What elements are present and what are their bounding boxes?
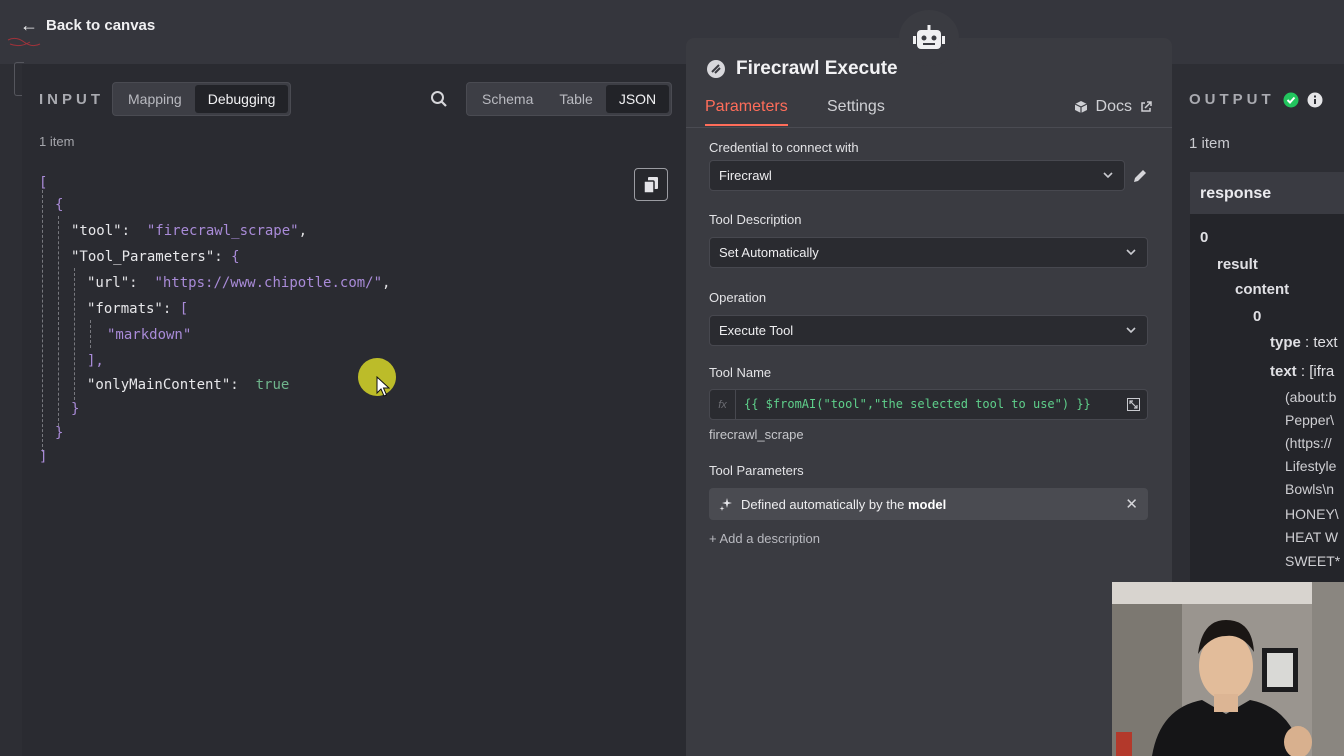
tab-parameters[interactable]: Parameters [705,98,788,126]
output-text-line: SWEET* [1285,553,1341,569]
json-row-formats: "formats": [ [87,301,189,317]
tool-name-result: firecrawl_scrape [709,427,804,442]
tool-description-select[interactable]: Set Automatically [709,237,1148,268]
fx-icon: fx [710,390,736,419]
ai-agent-node-badge[interactable] [899,10,959,66]
output-text-line: HEAT W [1285,529,1339,545]
copy-button[interactable] [634,168,668,201]
arrow-left-icon: ← [20,15,38,35]
input-items-count: 1 item [39,134,75,149]
info-icon[interactable] [1307,92,1323,108]
json-row-tool: "tool": "firecrawl_scrape", [71,223,308,239]
mapping-debugging-toggle: Mapping Debugging [112,82,292,116]
view-mode-toggle: Schema Table JSON [466,82,673,116]
output-row-type: type : text [1270,334,1338,351]
back-to-canvas-button[interactable]: ← Back to canvas [20,15,155,36]
json-close-formats: ], [87,353,104,369]
node-title: Firecrawl Execute [706,58,898,80]
operation-select[interactable]: Execute Tool [709,315,1148,346]
tool-parameters-label: Tool Parameters [709,463,804,478]
success-check-icon [1283,92,1299,107]
output-index: 0 [1253,308,1262,325]
mouse-pointer-icon [376,376,390,397]
indent-guide [42,190,43,452]
chevron-down-icon [1126,249,1136,256]
output-column-header: response [1190,172,1344,214]
sparkles-icon [719,498,732,511]
output-text-line: Lifestyle [1285,458,1337,474]
tab-debugging[interactable]: Debugging [194,85,289,113]
input-panel: INPUT Mapping Debugging Schema Table JSO… [22,64,686,756]
node-tabs: Parameters Settings Docs [686,94,1172,128]
output-text-line: (https:// [1285,435,1332,451]
tab-schema[interactable]: Schema [469,85,546,113]
json-close-array: ] [39,449,48,465]
external-link-icon [1141,101,1152,112]
json-row-url: "url": "https://www.chipotle.com/", [87,275,391,291]
output-key-content: content [1235,281,1290,298]
tool-name-label: Tool Name [709,365,772,380]
json-row-params: "Tool_Parameters": { [71,249,240,265]
output-items-count: 1 item [1189,135,1230,152]
credential-value: Firecrawl [719,168,772,183]
search-icon[interactable] [430,90,448,108]
package-icon [1074,101,1087,113]
json-close-inner: } [71,401,80,417]
output-text-line: Bowls\n [1285,481,1335,497]
indent-guide [90,320,91,348]
docs-label: Docs [1095,98,1132,115]
docs-link[interactable]: Docs [1074,98,1152,116]
tab-mapping[interactable]: Mapping [115,85,195,113]
presenter-video-image [1112,582,1344,756]
indent-guide [74,268,75,400]
tab-table[interactable]: Table [546,85,605,113]
json-brace: { [55,197,64,213]
indent-guide [58,216,59,426]
output-label: OUTPUT [1189,91,1323,108]
node-parameters-panel: Firecrawl Execute Parameters Settings Do… [686,38,1172,756]
output-text-line: Pepper\ [1285,412,1335,428]
node-title-text: Firecrawl Execute [736,58,898,79]
operation-value: Execute Tool [719,323,794,338]
output-text-line: (about:b [1285,389,1337,405]
robot-icon [913,25,945,49]
json-row-onlymain: "onlyMainContent": true [87,377,290,393]
credential-label: Credential to connect with [709,140,859,155]
close-icon[interactable]: ✕ [1125,495,1138,513]
tab-settings[interactable]: Settings [827,98,885,116]
json-close-obj: } [55,425,64,441]
tool-name-expression: {{ $fromAI("tool","the selected tool to … [744,397,1091,411]
add-description-link[interactable]: + Add a description [709,531,820,546]
firecrawl-node-icon [707,60,725,78]
output-text-line: HONEY\ [1285,506,1339,522]
defined-text: Defined automatically by the model [741,496,947,512]
json-row-markdown: "markdown" [107,327,192,343]
back-to-canvas-label: Back to canvas [46,17,156,34]
input-label: INPUT [39,91,104,108]
edit-credential-icon[interactable] [1132,168,1148,184]
json-bracket: [ [39,175,48,191]
output-index: 0 [1200,229,1209,246]
chevron-down-icon [1103,172,1113,179]
defined-automatically-box: Defined automatically by the model ✕ [709,488,1148,520]
scribble-decoration [7,37,41,47]
output-row-text: text : [ifra [1270,363,1335,380]
operation-label: Operation [709,290,767,305]
credential-select[interactable]: Firecrawl [709,160,1125,191]
tab-json[interactable]: JSON [605,85,670,113]
copy-icon [644,176,658,193]
chevron-down-icon [1126,327,1136,334]
webcam-overlay [1112,582,1344,756]
expand-icon[interactable] [1127,398,1140,411]
tool-description-label: Tool Description [709,212,802,227]
tool-name-expression-input[interactable]: fx {{ $fromAI("tool","the selected tool … [709,389,1148,420]
tool-description-value: Set Automatically [719,245,819,260]
output-key-result: result [1217,256,1258,273]
